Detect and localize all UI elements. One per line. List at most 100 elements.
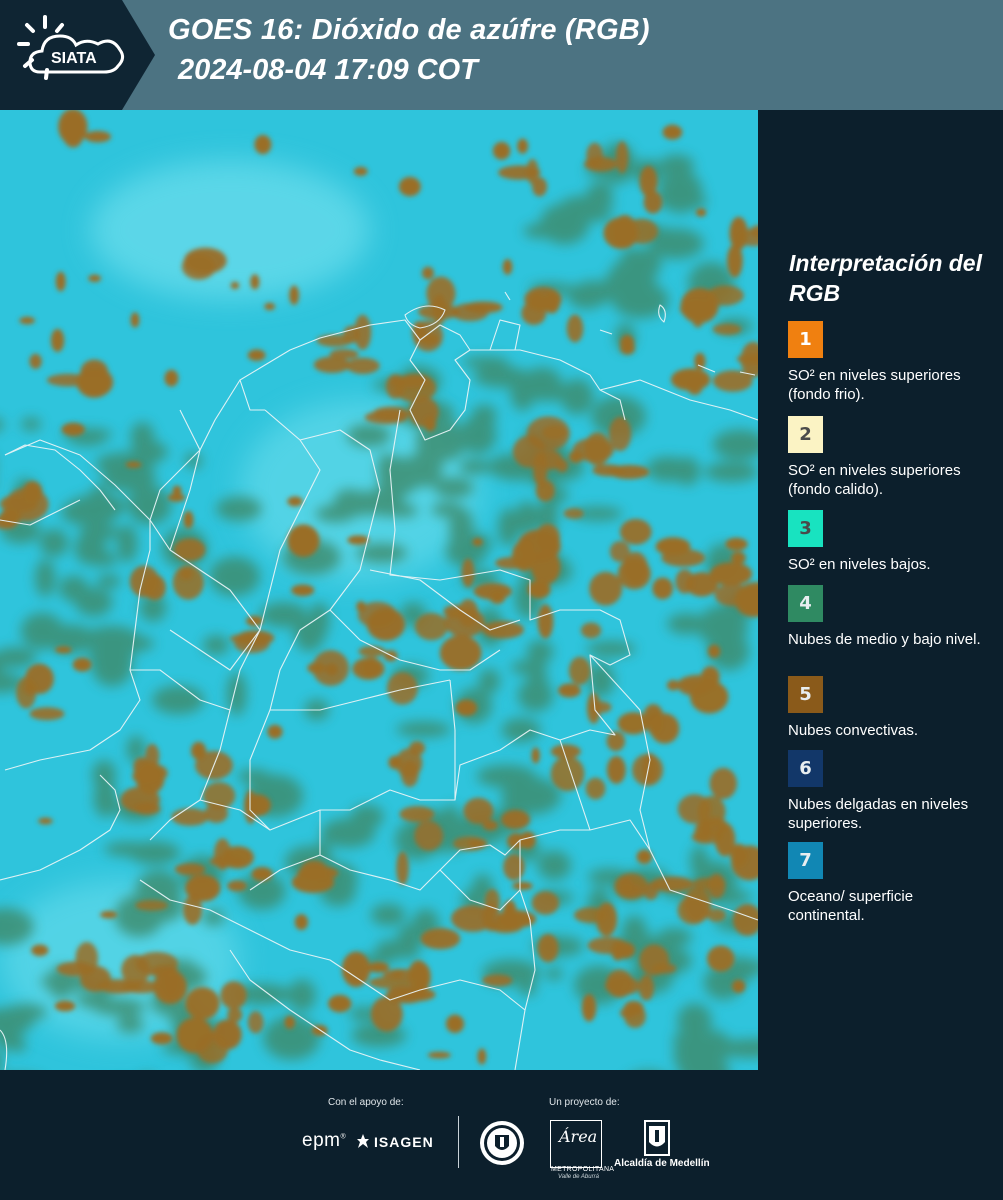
convective-cloud-patch — [666, 679, 680, 691]
low-cloud-patch — [202, 635, 230, 656]
convective-cloud-patch — [643, 703, 664, 728]
convective-cloud-patch — [652, 577, 674, 600]
convective-cell — [492, 141, 511, 160]
medellin-seal-icon[interactable] — [478, 1119, 526, 1167]
convective-cell — [54, 1000, 76, 1012]
low-cloud-patch — [128, 841, 181, 865]
convective-cloud-patch — [568, 656, 591, 685]
convective-cloud-patch — [313, 356, 351, 374]
low-cloud-patch — [78, 525, 123, 540]
convective-cloud-patch — [652, 963, 677, 974]
convective-cell — [328, 994, 352, 1013]
low-cloud-patch — [646, 456, 690, 482]
convective-cloud-patch — [517, 529, 561, 563]
convective-cell — [620, 342, 636, 355]
map-title: GOES 16: Dióxido de azúfre (RGB) — [168, 14, 650, 46]
low-cloud-patch — [184, 452, 203, 469]
convective-cell — [267, 724, 283, 739]
low-cloud-patch — [74, 587, 113, 617]
area-metropolitana-word: Área — [559, 1127, 598, 1146]
convective-cloud-patch — [370, 996, 403, 1032]
convective-cloud-patch — [56, 961, 94, 977]
low-cloud-patch — [396, 721, 452, 738]
convective-cloud-patch — [573, 907, 607, 923]
convective-cell — [502, 259, 513, 275]
alcaldia-shield-icon[interactable] — [644, 1120, 670, 1156]
legend-label-4: Nubes de medio y bajo nivel. — [788, 631, 981, 648]
convective-cell — [130, 312, 140, 328]
area-metropolitana-logo[interactable]: Área — [550, 1120, 602, 1168]
convective-cell — [100, 911, 118, 919]
convective-cloud-patch — [212, 1019, 242, 1050]
convective-cloud-patch — [584, 156, 618, 172]
convective-cell — [167, 493, 186, 502]
convective-cell — [472, 537, 483, 547]
legend-number-4: 4 — [799, 593, 812, 614]
convective-cloud-patch — [609, 540, 631, 563]
siata-logo[interactable]: SIATA — [0, 0, 155, 110]
convective-cloud-patch — [366, 607, 406, 641]
low-cloud-patch — [448, 507, 474, 551]
low-cloud-patch — [458, 459, 491, 475]
convective-cloud-patch — [690, 680, 729, 714]
convective-cloud-patch — [581, 993, 597, 1022]
low-cloud-patch — [526, 639, 554, 664]
convective-cell — [367, 961, 390, 973]
convective-cloud-patch — [307, 662, 326, 674]
legend-label-1: SO² en niveles superiores (fondo frio). — [788, 367, 961, 403]
support-label: Con el apoyo de: — [328, 1097, 404, 1108]
convective-cloud-patch — [606, 755, 626, 784]
low-cloud-patch — [92, 998, 146, 1016]
convective-cloud-patch — [503, 853, 525, 881]
convective-cloud-patch — [352, 657, 385, 680]
isagen-logo[interactable]: ISAGEN — [374, 1134, 434, 1150]
convective-cell — [230, 281, 240, 290]
footer-divider — [458, 1116, 459, 1168]
convective-cloud-patch — [566, 314, 584, 343]
satellite-image — [0, 110, 758, 1070]
low-cloud-patch — [99, 639, 118, 654]
convective-cloud-patch — [364, 410, 408, 425]
convective-cell — [0, 508, 21, 527]
low-cloud-patch — [315, 504, 356, 523]
convective-cloud-patch — [580, 622, 602, 639]
convective-cell — [455, 699, 478, 717]
low-cloud-patch — [309, 602, 330, 638]
low-cloud-patch — [34, 559, 56, 598]
low-cloud-patch — [39, 528, 69, 557]
convective-cloud-patch — [341, 951, 371, 988]
convective-cloud-patch — [396, 851, 409, 886]
convective-cloud-patch — [537, 604, 554, 639]
convective-cloud-patch — [608, 416, 632, 452]
legend-swatch-7: 7 — [788, 842, 823, 879]
convective-cell — [519, 831, 536, 850]
satellite-map[interactable] — [0, 110, 758, 1070]
low-cloud-patch — [512, 767, 532, 810]
convective-cloud-patch — [290, 526, 318, 556]
legend-item-2: 2 SO² en niveles superiores (fondo calid… — [788, 416, 988, 499]
convective-cloud-patch — [557, 683, 581, 698]
convective-cloud-patch — [639, 165, 658, 197]
convective-cell — [445, 1014, 465, 1034]
convective-cloud-patch — [643, 882, 659, 900]
convective-cloud-patch — [386, 672, 418, 705]
convective-cloud-patch — [735, 850, 750, 862]
epm-logo[interactable]: epm® — [302, 1130, 346, 1152]
convective-cloud-patch — [50, 328, 65, 352]
convective-cloud-patch — [706, 285, 744, 306]
low-cloud-patch — [93, 779, 118, 818]
low-cloud-patch — [152, 685, 205, 715]
convective-cloud-patch — [730, 551, 746, 564]
convective-cloud-patch — [173, 538, 206, 562]
low-cloud-patch — [346, 423, 391, 448]
legend-label-6: Nubes delgadas en niveles superiores. — [788, 796, 969, 832]
convective-cell — [72, 657, 92, 672]
header-bar: SIATA GOES 16: Dióxido de azúfre (RGB) 2… — [0, 0, 1003, 110]
convective-cell — [150, 1032, 173, 1045]
convective-cell — [55, 646, 72, 654]
convective-cloud-patch — [706, 945, 735, 972]
low-cloud-patch — [96, 574, 122, 589]
siata-logo-icon: SIATA — [0, 0, 155, 110]
convective-cloud-patch — [482, 620, 525, 639]
low-cloud-patch — [642, 286, 668, 315]
